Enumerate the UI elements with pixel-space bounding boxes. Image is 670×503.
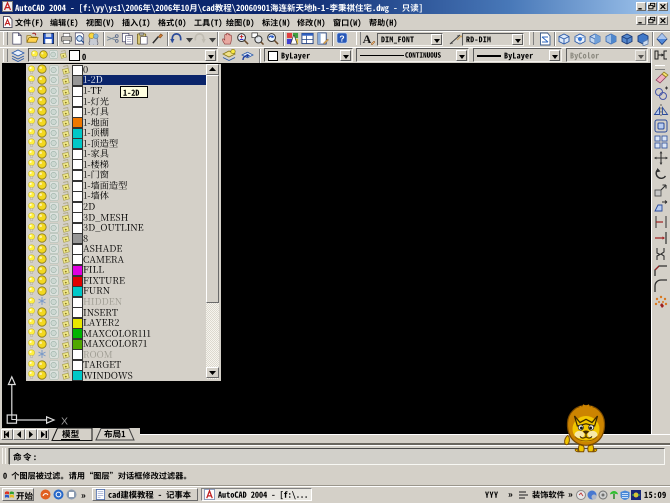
- svg-text:X: X: [61, 416, 68, 428]
